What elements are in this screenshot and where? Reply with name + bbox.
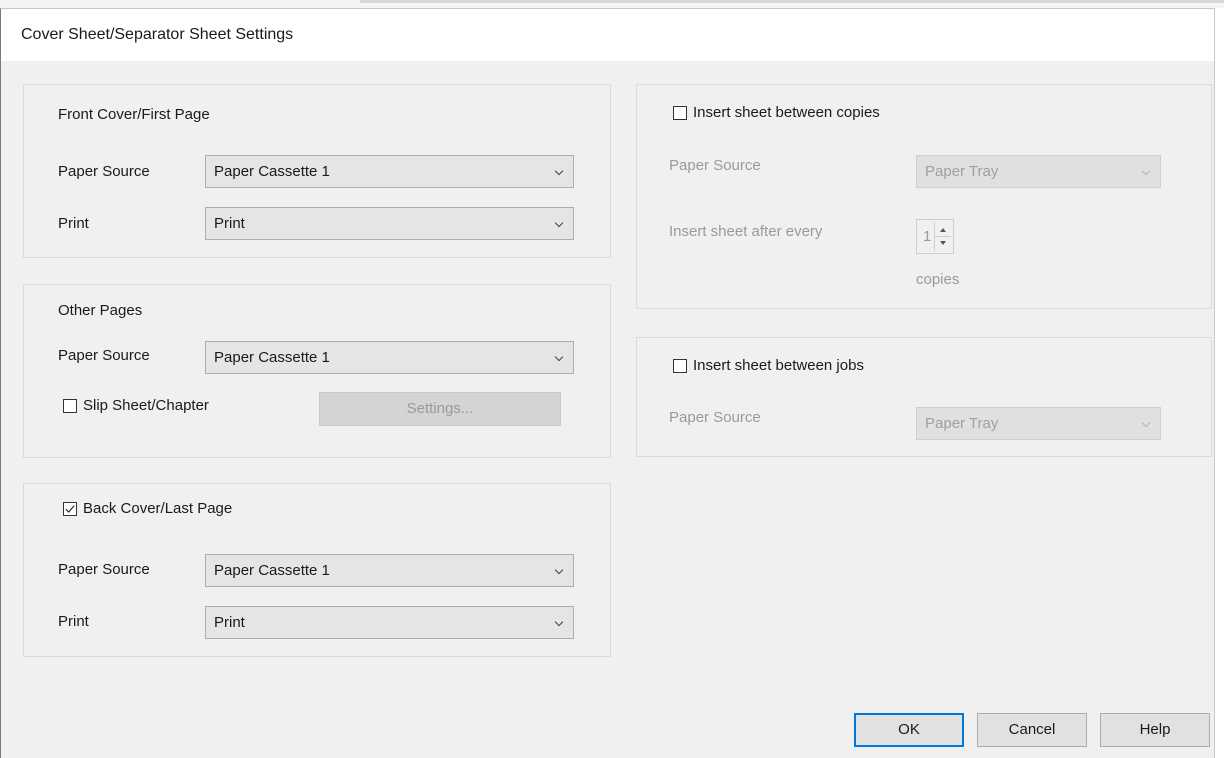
chevron-down-icon [555, 222, 563, 228]
after-every-label: Insert sheet after every [669, 223, 823, 240]
cancel-button[interactable]: Cancel [977, 713, 1087, 747]
other-paper-source-label: Paper Source [58, 347, 150, 364]
copies-paper-source-label: Paper Source [669, 157, 761, 174]
after-every-value: 1 [923, 228, 932, 245]
front-cover-group: Front Cover/First Page Paper Source Pape… [23, 84, 611, 258]
back-paper-source-label: Paper Source [58, 561, 150, 578]
chevron-down-icon [555, 356, 563, 362]
background-strip [0, 0, 1224, 8]
jobs-paper-source-dropdown[interactable]: Paper Tray [916, 407, 1161, 440]
back-cover-group: Back Cover/Last Page Paper Source Paper … [23, 483, 611, 657]
chevron-down-icon [555, 621, 563, 627]
ok-button[interactable]: OK [854, 713, 964, 747]
back-print-label: Print [58, 613, 89, 630]
dialog-title: Cover Sheet/Separator Sheet Settings [21, 26, 294, 43]
between-jobs-checkbox[interactable] [673, 359, 687, 373]
chevron-down-icon [1142, 422, 1150, 428]
settings-button[interactable]: Settings... [319, 392, 561, 426]
back-print-value: Print [214, 614, 245, 631]
other-paper-source-dropdown[interactable]: Paper Cassette 1 [205, 341, 574, 374]
between-copies-label: Insert sheet between copies [693, 104, 880, 121]
back-print-dropdown[interactable]: Print [205, 606, 574, 639]
front-print-dropdown[interactable]: Print [205, 207, 574, 240]
copies-paper-source-dropdown[interactable]: Paper Tray [916, 155, 1161, 188]
other-pages-group: Other Pages Paper Source Paper Cassette … [23, 284, 611, 458]
between-copies-checkbox[interactable] [673, 106, 687, 120]
front-paper-source-label: Paper Source [58, 163, 150, 180]
between-copies-group: Insert sheet between copies Paper Source… [636, 84, 1212, 309]
back-cover-label: Back Cover/Last Page [83, 500, 233, 517]
slip-sheet-label: Slip Sheet/Chapter [83, 397, 209, 414]
slip-sheet-checkbox[interactable] [63, 399, 77, 413]
front-paper-source-dropdown[interactable]: Paper Cassette 1 [205, 155, 574, 188]
copies-unit-label: copies [916, 271, 960, 288]
back-paper-source-dropdown[interactable]: Paper Cassette 1 [205, 554, 574, 587]
checkmark-icon [65, 505, 75, 513]
help-button[interactable]: Help [1100, 713, 1210, 747]
front-print-value: Print [214, 215, 245, 232]
spinner-arrows[interactable] [934, 222, 951, 251]
between-jobs-label: Insert sheet between jobs [693, 357, 864, 374]
cover-sheet-dialog: Cover Sheet/Separator Sheet Settings Fro… [0, 8, 1215, 758]
front-print-label: Print [58, 215, 89, 232]
other-pages-heading: Other Pages [58, 302, 143, 319]
chevron-down-icon [1142, 170, 1150, 176]
after-every-spinner[interactable]: 1 [916, 219, 954, 254]
caret-up-down-icon [935, 228, 951, 245]
other-paper-source-value: Paper Cassette 1 [214, 349, 330, 366]
front-cover-heading: Front Cover/First Page [58, 106, 210, 123]
jobs-paper-source-value: Paper Tray [925, 415, 999, 432]
front-paper-source-value: Paper Cassette 1 [214, 163, 330, 180]
between-jobs-group: Insert sheet between jobs Paper Source P… [636, 337, 1212, 457]
jobs-paper-source-label: Paper Source [669, 409, 761, 426]
chevron-down-icon [555, 170, 563, 176]
chevron-down-icon [555, 569, 563, 575]
title-bar: Cover Sheet/Separator Sheet Settings [1, 9, 1214, 61]
back-paper-source-value: Paper Cassette 1 [214, 562, 330, 579]
copies-paper-source-value: Paper Tray [925, 163, 999, 180]
back-cover-checkbox[interactable] [63, 502, 77, 516]
